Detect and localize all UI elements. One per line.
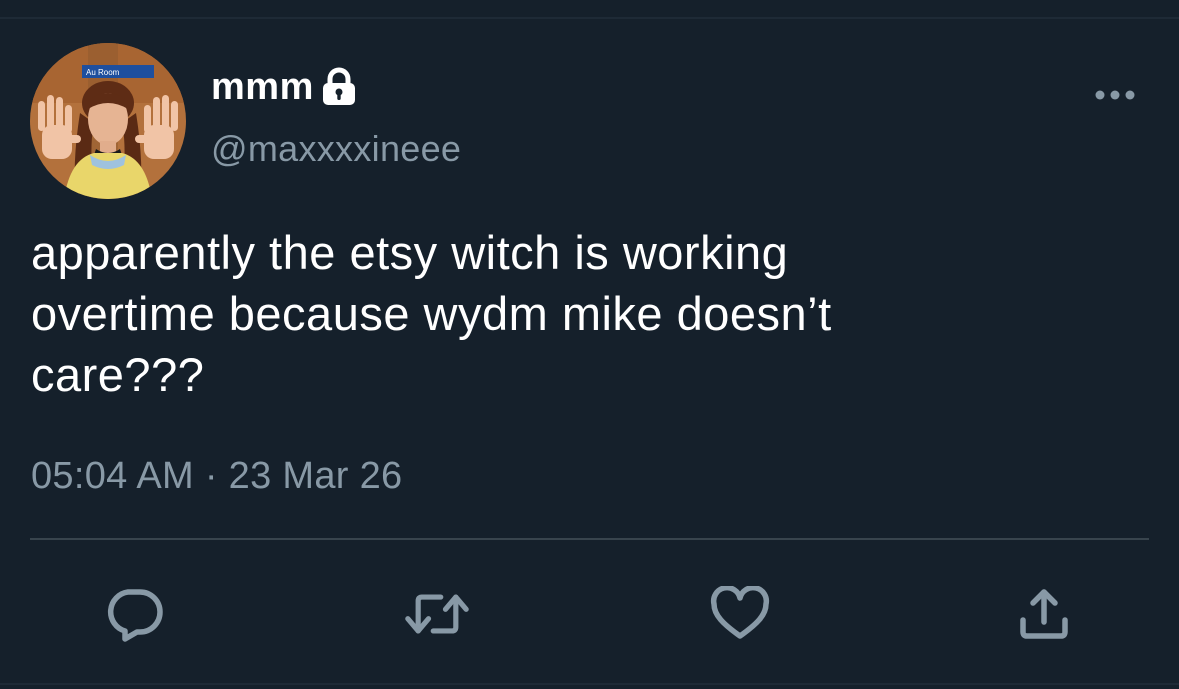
avatar-image: Au Room xyxy=(30,43,186,199)
more-horizontal-icon[interactable] xyxy=(1094,87,1136,103)
tweet-time: 05:04 AM xyxy=(31,455,194,497)
share-button[interactable] xyxy=(1012,582,1076,646)
avatar[interactable]: Au Room xyxy=(30,43,186,199)
lock-icon xyxy=(320,67,358,107)
like-button[interactable] xyxy=(708,582,772,646)
user-handle[interactable]: @maxxxxineee xyxy=(211,128,461,170)
display-name-row[interactable]: mmm xyxy=(211,62,358,112)
tweet-date: 23 Mar 26 xyxy=(228,455,403,497)
reply-icon xyxy=(107,589,163,642)
retweet-button[interactable] xyxy=(405,582,469,646)
action-divider xyxy=(30,538,1149,540)
heart-icon xyxy=(710,586,770,639)
retweet-icon xyxy=(405,594,469,634)
display-name[interactable]: mmm xyxy=(211,66,314,109)
tweet-text: apparently the etsy witch is working ove… xyxy=(31,226,832,401)
bottom-separator xyxy=(0,683,1179,685)
top-separator xyxy=(0,17,1179,19)
avatar-sign-text: Au Room xyxy=(86,68,120,77)
reply-button[interactable] xyxy=(103,582,167,646)
tweet-timestamp[interactable]: 05:04 AM · 23 Mar 26 xyxy=(31,455,402,498)
share-icon xyxy=(1020,589,1068,639)
timestamp-separator: · xyxy=(204,455,218,497)
